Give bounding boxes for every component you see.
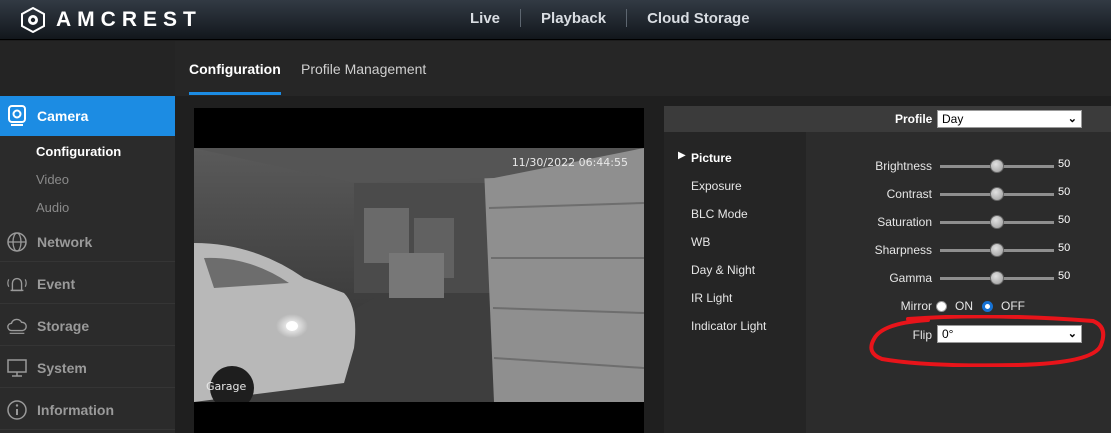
sidebar-subitem-audio[interactable]: Audio	[36, 200, 69, 215]
mirror-off-radio[interactable]	[982, 301, 993, 312]
menu-item-picture[interactable]: Picture	[691, 151, 732, 165]
mirror-off-label: OFF	[1001, 299, 1025, 313]
saturation-label: Saturation	[877, 215, 932, 229]
sidebar-item-storage[interactable]: Storage	[0, 306, 175, 346]
video-preview[interactable]: 11/30/2022 06:44:55 Garage	[194, 108, 644, 433]
osd-channel-name: Garage	[206, 380, 247, 393]
contrast-slider[interactable]	[940, 187, 1054, 201]
menu-item-day-night[interactable]: Day & Night	[691, 263, 755, 277]
sharpness-value: 50	[1058, 242, 1071, 254]
monitor-icon	[6, 357, 28, 379]
profile-select-value: Day	[942, 112, 964, 126]
sidebar-item-system[interactable]: System	[0, 348, 175, 388]
sidebar-subitem-video[interactable]: Video	[36, 172, 69, 187]
sidebar-item-label: Information	[37, 401, 114, 418]
menu-item-ir-light[interactable]: IR Light	[691, 291, 732, 305]
gamma-label: Gamma	[889, 271, 932, 285]
brightness-label: Brightness	[875, 159, 932, 173]
menu-item-indicator-light[interactable]: Indicator Light	[691, 319, 766, 333]
camera-icon	[6, 105, 28, 127]
brightness-value: 50	[1058, 158, 1071, 170]
info-icon	[6, 399, 28, 421]
saturation-slider[interactable]	[940, 215, 1054, 229]
settings-panel: Profile Day ⌄ ▶ Picture Exposure BLC Mod…	[664, 106, 1111, 433]
brightness-slider[interactable]	[940, 159, 1054, 173]
nav-playback[interactable]: Playback	[521, 10, 626, 27]
sharpness-label: Sharpness	[874, 243, 932, 257]
sidebar-item-event[interactable]: Event	[0, 264, 175, 304]
flip-select[interactable]: 0° ⌄	[937, 325, 1082, 343]
globe-icon	[6, 231, 28, 253]
profile-label: Profile	[895, 112, 933, 126]
slider-knob[interactable]	[990, 215, 1004, 229]
camera-feed-image: 11/30/2022 06:44:55 Garage	[194, 148, 644, 402]
sidebar-item-label: Camera	[37, 108, 89, 124]
contrast-label: Contrast	[886, 187, 932, 201]
sidebar-item-label: Event	[37, 275, 76, 292]
menu-item-blc-mode[interactable]: BLC Mode	[691, 207, 748, 221]
flip-select-value: 0°	[942, 327, 954, 341]
sidebar-header	[0, 41, 175, 96]
saturation-value: 50	[1058, 214, 1071, 226]
menu-item-exposure[interactable]: Exposure	[691, 179, 742, 193]
tab-strip: Configuration Profile Management	[175, 41, 1111, 96]
tab-configuration[interactable]: Configuration	[189, 61, 281, 77]
top-bar: AMCREST Live Playback Cloud Storage	[0, 0, 1111, 40]
active-tab-indicator	[189, 92, 281, 95]
chevron-down-icon: ⌄	[1067, 328, 1077, 340]
sidebar-item-network[interactable]: Network	[0, 222, 175, 262]
sidebar-item-information[interactable]: Information	[0, 390, 175, 430]
nav-cloud-storage[interactable]: Cloud Storage	[627, 10, 770, 27]
caret-right-icon: ▶	[678, 150, 686, 161]
osd-timestamp: 11/30/2022 06:44:55	[511, 156, 628, 169]
mirror-on-label: ON	[955, 299, 973, 313]
menu-item-wb[interactable]: WB	[691, 235, 710, 249]
settings-menu: ▶ Picture Exposure BLC Mode WB Day & Nig…	[664, 132, 806, 433]
profile-select[interactable]: Day ⌄	[937, 110, 1082, 128]
sharpness-slider[interactable]	[940, 243, 1054, 257]
chevron-down-icon: ⌄	[1067, 113, 1077, 125]
slider-knob[interactable]	[990, 243, 1004, 257]
gamma-value: 50	[1058, 270, 1071, 282]
profile-bar: Profile Day ⌄	[664, 106, 1111, 132]
top-nav: Live Playback Cloud Storage	[450, 0, 770, 36]
slider-knob[interactable]	[990, 271, 1004, 285]
sidebar: Camera Configuration Video Audio Network…	[0, 41, 184, 433]
mirror-on-radio[interactable]	[936, 301, 947, 312]
sidebar-item-label: Storage	[37, 317, 90, 334]
cloud-icon	[6, 315, 28, 337]
flip-label: Flip	[912, 328, 932, 342]
slider-knob[interactable]	[990, 187, 1004, 201]
sidebar-item-camera[interactable]: Camera	[0, 96, 184, 136]
slider-knob[interactable]	[990, 159, 1004, 173]
nav-live[interactable]: Live	[450, 10, 520, 27]
tab-profile-management[interactable]: Profile Management	[301, 61, 426, 77]
alarm-icon	[6, 273, 28, 295]
contrast-value: 50	[1058, 186, 1071, 198]
mirror-label: Mirror	[900, 299, 932, 313]
sidebar-subitem-configuration[interactable]: Configuration	[36, 144, 121, 159]
amcrest-logo-icon	[21, 7, 45, 33]
sidebar-item-label: Network	[37, 233, 93, 250]
brand-name: AMCREST	[56, 8, 202, 31]
gamma-slider[interactable]	[940, 271, 1054, 285]
sidebar-item-label: System	[37, 359, 87, 376]
amcrest-logo[interactable]: AMCREST	[20, 6, 202, 34]
